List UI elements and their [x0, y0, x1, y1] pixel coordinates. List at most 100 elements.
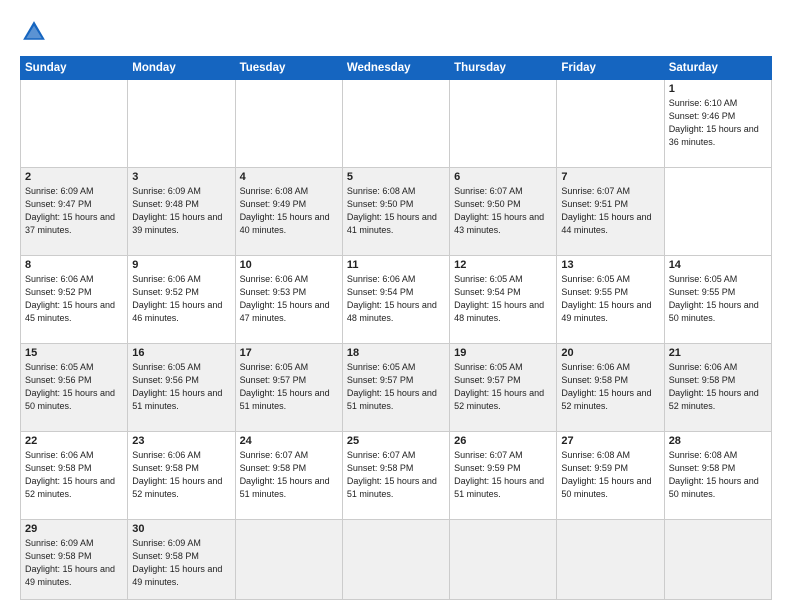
calendar-cell: 9 Sunrise: 6:06 AMSunset: 9:52 PMDayligh… [128, 256, 235, 344]
day-info: Sunrise: 6:09 AMSunset: 9:48 PMDaylight:… [132, 186, 222, 235]
day-info: Sunrise: 6:06 AMSunset: 9:53 PMDaylight:… [240, 274, 330, 323]
day-info: Sunrise: 6:09 AMSunset: 9:58 PMDaylight:… [132, 538, 222, 587]
day-number: 14 [669, 259, 767, 271]
logo-icon [20, 18, 48, 46]
column-header-thursday: Thursday [450, 57, 557, 80]
day-number: 29 [25, 523, 123, 535]
calendar-header-row: SundayMondayTuesdayWednesdayThursdayFrid… [21, 57, 772, 80]
calendar-cell: 4 Sunrise: 6:08 AMSunset: 9:49 PMDayligh… [235, 168, 342, 256]
calendar-cell: 25 Sunrise: 6:07 AMSunset: 9:58 PMDaylig… [342, 432, 449, 520]
day-info: Sunrise: 6:06 AMSunset: 9:52 PMDaylight:… [132, 274, 222, 323]
day-info: Sunrise: 6:05 AMSunset: 9:55 PMDaylight:… [669, 274, 759, 323]
calendar-week-row: 15 Sunrise: 6:05 AMSunset: 9:56 PMDaylig… [21, 344, 772, 432]
calendar-cell: 13 Sunrise: 6:05 AMSunset: 9:55 PMDaylig… [557, 256, 664, 344]
day-info: Sunrise: 6:05 AMSunset: 9:57 PMDaylight:… [240, 362, 330, 411]
day-number: 11 [347, 259, 445, 271]
column-header-monday: Monday [128, 57, 235, 80]
calendar-week-row: 2 Sunrise: 6:09 AMSunset: 9:47 PMDayligh… [21, 168, 772, 256]
day-info: Sunrise: 6:06 AMSunset: 9:52 PMDaylight:… [25, 274, 115, 323]
day-number: 28 [669, 435, 767, 447]
day-number: 17 [240, 347, 338, 359]
day-info: Sunrise: 6:06 AMSunset: 9:58 PMDaylight:… [561, 362, 651, 411]
calendar-cell: 27 Sunrise: 6:08 AMSunset: 9:59 PMDaylig… [557, 432, 664, 520]
calendar-cell [128, 80, 235, 168]
day-number: 19 [454, 347, 552, 359]
day-number: 8 [25, 259, 123, 271]
calendar-cell: 7 Sunrise: 6:07 AMSunset: 9:51 PMDayligh… [557, 168, 664, 256]
header [20, 18, 772, 46]
calendar-cell: 26 Sunrise: 6:07 AMSunset: 9:59 PMDaylig… [450, 432, 557, 520]
day-info: Sunrise: 6:05 AMSunset: 9:54 PMDaylight:… [454, 274, 544, 323]
calendar-cell: 2 Sunrise: 6:09 AMSunset: 9:47 PMDayligh… [21, 168, 128, 256]
day-info: Sunrise: 6:07 AMSunset: 9:50 PMDaylight:… [454, 186, 544, 235]
day-number: 27 [561, 435, 659, 447]
calendar-table: SundayMondayTuesdayWednesdayThursdayFrid… [20, 56, 772, 600]
column-header-wednesday: Wednesday [342, 57, 449, 80]
day-info: Sunrise: 6:06 AMSunset: 9:58 PMDaylight:… [132, 450, 222, 499]
calendar-cell [450, 520, 557, 600]
day-info: Sunrise: 6:07 AMSunset: 9:59 PMDaylight:… [454, 450, 544, 499]
calendar-cell: 15 Sunrise: 6:05 AMSunset: 9:56 PMDaylig… [21, 344, 128, 432]
day-number: 5 [347, 171, 445, 183]
day-number: 15 [25, 347, 123, 359]
day-info: Sunrise: 6:05 AMSunset: 9:55 PMDaylight:… [561, 274, 651, 323]
calendar-cell: 21 Sunrise: 6:06 AMSunset: 9:58 PMDaylig… [664, 344, 771, 432]
day-number: 2 [25, 171, 123, 183]
day-info: Sunrise: 6:09 AMSunset: 9:58 PMDaylight:… [25, 538, 115, 587]
calendar-cell [21, 80, 128, 168]
calendar-cell [557, 80, 664, 168]
day-number: 13 [561, 259, 659, 271]
calendar-cell: 6 Sunrise: 6:07 AMSunset: 9:50 PMDayligh… [450, 168, 557, 256]
day-number: 9 [132, 259, 230, 271]
day-number: 20 [561, 347, 659, 359]
day-info: Sunrise: 6:07 AMSunset: 9:58 PMDaylight:… [240, 450, 330, 499]
day-number: 3 [132, 171, 230, 183]
calendar-cell: 23 Sunrise: 6:06 AMSunset: 9:58 PMDaylig… [128, 432, 235, 520]
calendar-cell [342, 80, 449, 168]
day-number: 26 [454, 435, 552, 447]
calendar-week-row: 22 Sunrise: 6:06 AMSunset: 9:58 PMDaylig… [21, 432, 772, 520]
day-info: Sunrise: 6:08 AMSunset: 9:49 PMDaylight:… [240, 186, 330, 235]
day-number: 6 [454, 171, 552, 183]
calendar-week-row: 29 Sunrise: 6:09 AMSunset: 9:58 PMDaylig… [21, 520, 772, 600]
column-header-saturday: Saturday [664, 57, 771, 80]
day-info: Sunrise: 6:06 AMSunset: 9:58 PMDaylight:… [25, 450, 115, 499]
day-info: Sunrise: 6:05 AMSunset: 9:57 PMDaylight:… [347, 362, 437, 411]
calendar-body: 1 Sunrise: 6:10 AMSunset: 9:46 PMDayligh… [21, 80, 772, 600]
day-number: 16 [132, 347, 230, 359]
column-header-sunday: Sunday [21, 57, 128, 80]
calendar-cell: 10 Sunrise: 6:06 AMSunset: 9:53 PMDaylig… [235, 256, 342, 344]
calendar-cell: 1 Sunrise: 6:10 AMSunset: 9:46 PMDayligh… [664, 80, 771, 168]
calendar-cell: 22 Sunrise: 6:06 AMSunset: 9:58 PMDaylig… [21, 432, 128, 520]
day-number: 21 [669, 347, 767, 359]
day-number: 10 [240, 259, 338, 271]
day-number: 23 [132, 435, 230, 447]
calendar-cell: 24 Sunrise: 6:07 AMSunset: 9:58 PMDaylig… [235, 432, 342, 520]
day-number: 25 [347, 435, 445, 447]
calendar-cell: 20 Sunrise: 6:06 AMSunset: 9:58 PMDaylig… [557, 344, 664, 432]
calendar-cell: 17 Sunrise: 6:05 AMSunset: 9:57 PMDaylig… [235, 344, 342, 432]
logo [20, 18, 52, 46]
calendar-cell: 5 Sunrise: 6:08 AMSunset: 9:50 PMDayligh… [342, 168, 449, 256]
calendar-cell: 11 Sunrise: 6:06 AMSunset: 9:54 PMDaylig… [342, 256, 449, 344]
day-number: 4 [240, 171, 338, 183]
calendar-cell [235, 80, 342, 168]
day-number: 24 [240, 435, 338, 447]
day-info: Sunrise: 6:05 AMSunset: 9:56 PMDaylight:… [132, 362, 222, 411]
calendar-cell: 19 Sunrise: 6:05 AMSunset: 9:57 PMDaylig… [450, 344, 557, 432]
day-number: 18 [347, 347, 445, 359]
day-info: Sunrise: 6:09 AMSunset: 9:47 PMDaylight:… [25, 186, 115, 235]
day-number: 1 [669, 83, 767, 95]
day-info: Sunrise: 6:08 AMSunset: 9:50 PMDaylight:… [347, 186, 437, 235]
day-info: Sunrise: 6:08 AMSunset: 9:59 PMDaylight:… [561, 450, 651, 499]
day-number: 22 [25, 435, 123, 447]
calendar-week-row: 8 Sunrise: 6:06 AMSunset: 9:52 PMDayligh… [21, 256, 772, 344]
calendar-cell: 30 Sunrise: 6:09 AMSunset: 9:58 PMDaylig… [128, 520, 235, 600]
calendar-cell: 8 Sunrise: 6:06 AMSunset: 9:52 PMDayligh… [21, 256, 128, 344]
column-header-friday: Friday [557, 57, 664, 80]
calendar-cell [342, 520, 449, 600]
page: SundayMondayTuesdayWednesdayThursdayFrid… [0, 0, 792, 612]
calendar-week-row: 1 Sunrise: 6:10 AMSunset: 9:46 PMDayligh… [21, 80, 772, 168]
calendar-cell: 16 Sunrise: 6:05 AMSunset: 9:56 PMDaylig… [128, 344, 235, 432]
calendar-cell: 12 Sunrise: 6:05 AMSunset: 9:54 PMDaylig… [450, 256, 557, 344]
